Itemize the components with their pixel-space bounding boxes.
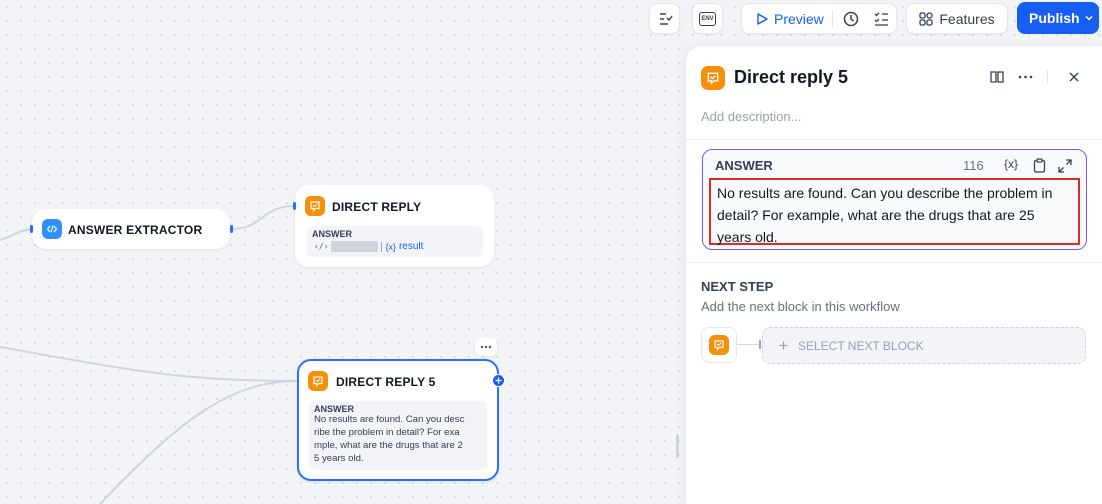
- direct-reply-5-badge: [308, 371, 328, 391]
- direct-reply-5-node[interactable]: DIRECT REPLY 5 ANSWER No results are fou…: [297, 359, 499, 481]
- history-icon: [843, 11, 859, 27]
- env-icon-text: ENV: [701, 15, 714, 22]
- direct-reply-answer-label: ANSWER: [312, 229, 352, 239]
- features-button[interactable]: Features: [906, 3, 1008, 34]
- run-history-button[interactable]: [842, 10, 860, 28]
- variable-separator: [381, 241, 383, 252]
- publish-label: Publish: [1029, 10, 1080, 26]
- env-button[interactable]: ENV: [692, 3, 723, 34]
- select-next-block-button[interactable]: SELECT NEXT BLOCK: [762, 327, 1086, 364]
- panel-more-button[interactable]: [1018, 75, 1033, 79]
- checklist-button[interactable]: [649, 3, 680, 34]
- chevron-down-icon: [1085, 15, 1093, 21]
- node-more-button[interactable]: [475, 338, 497, 356]
- preview-label: Preview: [774, 10, 824, 27]
- answer-extractor-node[interactable]: ANSWER EXTRACTOR: [32, 209, 230, 249]
- panel-docs-button[interactable]: [989, 69, 1005, 85]
- code-small-icon: ‹/›: [314, 242, 329, 251]
- answer-line: mple, what are the drugs that are 2: [314, 440, 463, 451]
- next-step-connector: [737, 344, 761, 345]
- plus-icon: [779, 341, 788, 350]
- panel-title[interactable]: Direct reply 5: [734, 67, 848, 88]
- answer-bottom-divider: [686, 262, 1102, 263]
- panel-close-button[interactable]: [1068, 71, 1080, 83]
- panel-section-divider: [686, 139, 1102, 140]
- direct-reply-answer-box: ANSWER ‹/› {x} result: [307, 226, 483, 257]
- answer-extractor-title: ANSWER EXTRACTOR: [68, 223, 203, 237]
- env-icon: ENV: [699, 11, 716, 26]
- checklist-toggle-button[interactable]: [873, 10, 889, 28]
- answer-line: ribe the problem in detail? For exa: [314, 427, 460, 438]
- variable-brace-icon: {x}: [385, 241, 396, 252]
- more-horizontal-icon: [1018, 75, 1033, 79]
- answer-editor-label: ANSWER: [715, 158, 773, 173]
- variable-name: result: [398, 241, 424, 252]
- direct-reply-5-answer-box: ANSWER No results are found. Can you des…: [309, 401, 487, 470]
- blurred-node-name: [331, 241, 379, 252]
- features-icon: [919, 11, 934, 26]
- next-step-title: NEXT STEP: [701, 279, 774, 294]
- answer-char-count: 116: [963, 158, 984, 173]
- reply-icon: [313, 376, 323, 387]
- reply-icon: [707, 72, 719, 85]
- next-step-connector-handle: [759, 340, 761, 349]
- answer-extractor-output-handle[interactable]: [230, 225, 233, 233]
- variable-reference: ‹/› {x} result: [314, 241, 423, 252]
- expand-icon: [1058, 159, 1072, 173]
- checklist-icon: [659, 12, 673, 25]
- copy-button[interactable]: [1033, 158, 1046, 173]
- close-icon: [1069, 72, 1079, 82]
- insert-variable-button[interactable]: {x}: [1004, 157, 1018, 171]
- answer-text-area[interactable]: No results are found. Can you describe t…: [709, 178, 1080, 245]
- direct-reply-5-title: DIRECT REPLY 5: [336, 375, 436, 389]
- select-next-block-label: SELECT NEXT BLOCK: [798, 338, 924, 353]
- current-block-tile: [701, 327, 737, 363]
- direct-reply-badge: [305, 196, 325, 216]
- next-step-description: Add the next block in this workflow: [701, 299, 900, 314]
- current-block-badge: [709, 335, 729, 355]
- reply-icon: [310, 201, 320, 212]
- add-next-node-button[interactable]: [492, 374, 505, 387]
- preview-group: Preview: [741, 3, 897, 34]
- features-label: Features: [939, 10, 995, 27]
- direct-reply-title: DIRECT REPLY: [332, 200, 422, 214]
- publish-button[interactable]: Publish: [1017, 2, 1099, 34]
- panel-resize-handle[interactable]: [676, 434, 679, 458]
- play-icon: [757, 12, 768, 25]
- code-icon: [46, 225, 58, 233]
- answer-line: No results are found. Can you desc: [314, 414, 465, 425]
- reply-icon: [714, 340, 724, 351]
- list-check-icon: [874, 12, 888, 26]
- clipboard-icon: [1033, 158, 1046, 173]
- book-open-icon: [990, 71, 1004, 83]
- answer-line: 5 years old.: [314, 453, 364, 464]
- preview-button[interactable]: Preview: [742, 4, 832, 33]
- description-input[interactable]: Add description...: [701, 109, 801, 124]
- toolbar-divider: [832, 10, 833, 28]
- answer-extractor-input-handle[interactable]: [30, 225, 33, 233]
- panel-node-badge: [701, 66, 725, 90]
- answer-extractor-badge: [42, 219, 62, 239]
- panel-header-divider: [1047, 70, 1048, 84]
- direct-reply-node[interactable]: DIRECT REPLY ANSWER ‹/› {x} result: [295, 185, 494, 267]
- direct-reply-5-answer-text: No results are found. Can you desc ribe …: [314, 413, 464, 465]
- expand-button[interactable]: [1058, 159, 1072, 173]
- direct-reply-input-handle[interactable]: [293, 202, 296, 210]
- more-horizontal-icon: [480, 345, 492, 349]
- plus-icon: [495, 377, 502, 384]
